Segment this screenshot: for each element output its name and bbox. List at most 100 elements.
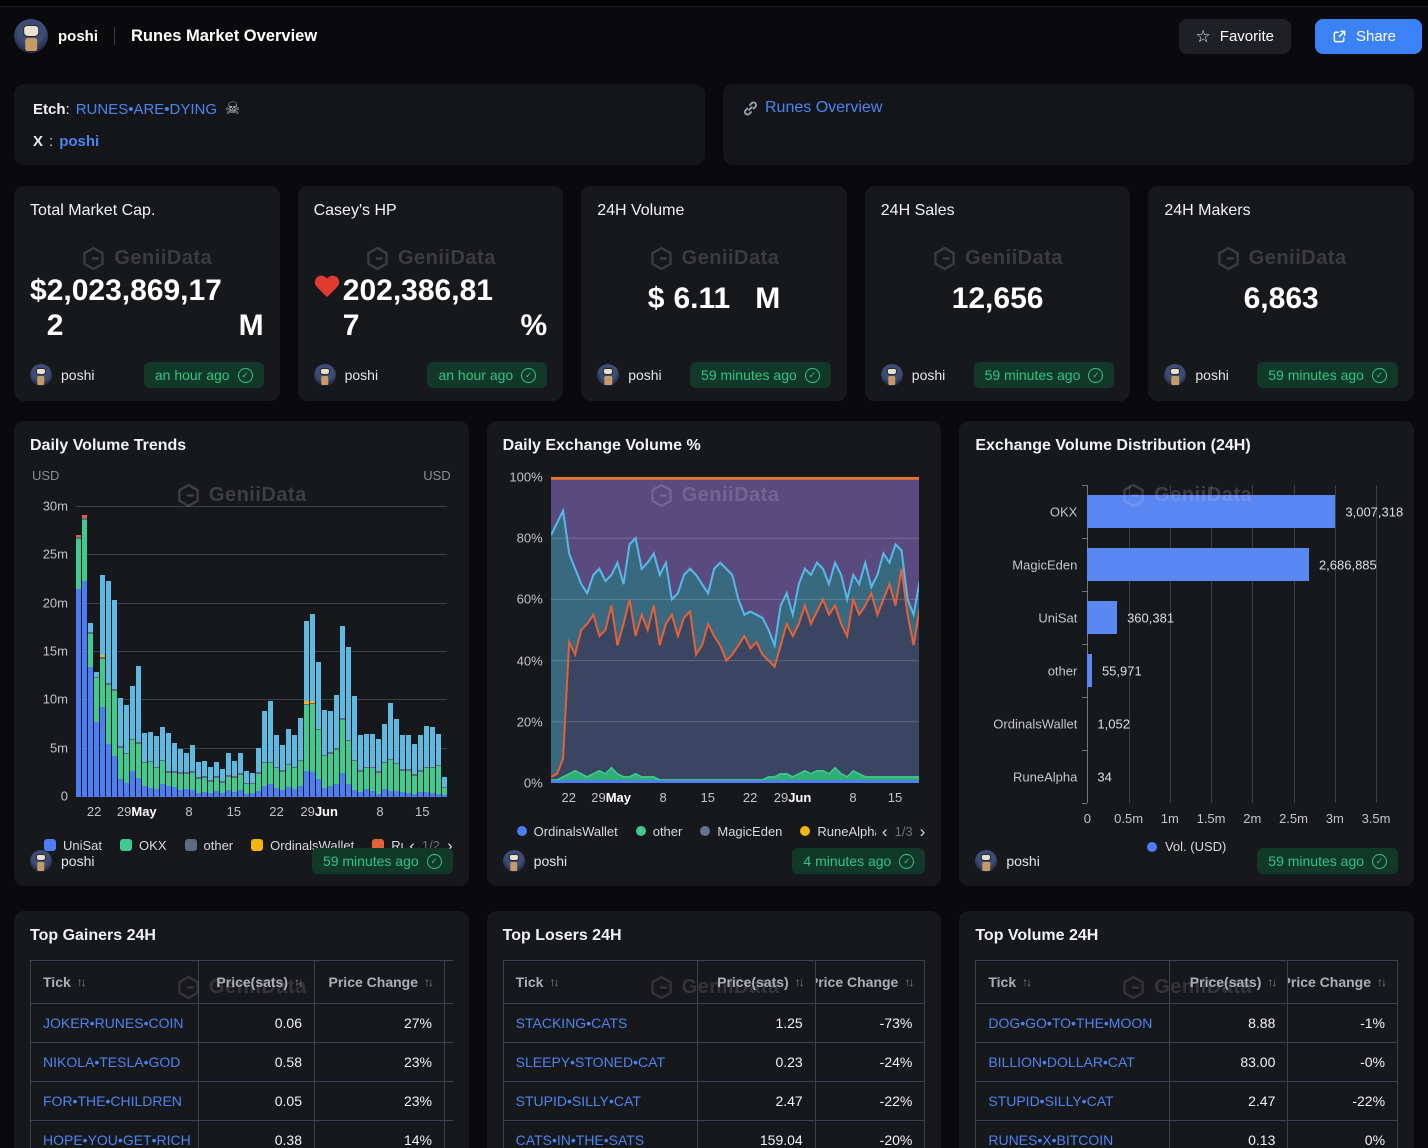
bar-segment-okx: [388, 760, 393, 791]
price-change-cell: 0%: [1288, 1121, 1398, 1148]
author-name[interactable]: poshi: [534, 853, 567, 869]
gridline: [1376, 485, 1377, 803]
user-name[interactable]: poshi: [58, 28, 98, 45]
updated-time: 59 minutes ago: [1268, 853, 1364, 869]
axis-tick: [1082, 803, 1087, 804]
poshi-avatar[interactable]: [597, 364, 619, 386]
column-header-price-sats-[interactable]: Price(sats)↑↓: [199, 961, 315, 1004]
sort-icon[interactable]: ↑↓: [1022, 975, 1030, 989]
volume-bar-okx[interactable]: [1087, 495, 1335, 528]
column-header-price-change[interactable]: Price Change↑↓: [815, 961, 925, 1004]
sort-icon[interactable]: ↑↓: [1267, 975, 1275, 989]
tick-link[interactable]: CATS•IN•THE•SATS: [503, 1121, 697, 1148]
favorite-button[interactable]: ☆ Favorite: [1179, 19, 1291, 54]
pager-page-number: 1/3: [895, 824, 913, 839]
bar-segment-okx: [298, 761, 303, 786]
author-name[interactable]: poshi: [1195, 367, 1228, 383]
sort-icon[interactable]: ↑↓: [904, 975, 912, 989]
sort-icon[interactable]: ↑↓: [294, 975, 302, 989]
x-profile-link[interactable]: poshi: [59, 133, 99, 150]
table-clip: Tick↑↓ Price(sats)↑↓ Price Change↑↓ STACKIN…: [503, 960, 926, 1148]
bar-segment-unisat: [220, 793, 225, 797]
tick-link[interactable]: JOKER•RUNES•COIN: [31, 1004, 199, 1043]
column-header-price-sats-[interactable]: Price(sats)↑↓: [697, 961, 815, 1004]
bar-value-label: 34: [1097, 769, 1111, 784]
column-label: Tick: [43, 974, 71, 990]
author-name[interactable]: poshi: [61, 367, 94, 383]
column-header-tick[interactable]: Tick ↑↓: [31, 961, 199, 1004]
sort-icon[interactable]: ↑↓: [1377, 975, 1385, 989]
column-header-clipped[interactable]: V: [445, 961, 453, 1004]
column-header-inner: Price(sats)↑↓: [710, 974, 803, 990]
chart-title: Daily Volume Trends: [30, 437, 453, 455]
y-tick-label: 10m: [43, 692, 68, 707]
poshi-avatar[interactable]: [30, 850, 52, 872]
tick-link[interactable]: FOR•THE•CHILDREN: [31, 1082, 199, 1121]
share-button[interactable]: Share: [1315, 19, 1422, 54]
bar-segment-unisat: [388, 791, 393, 797]
bar-segment-unisat: [238, 790, 243, 797]
bar-segment-magiceden: [118, 698, 123, 746]
bar-segment-okx: [394, 764, 399, 791]
author-name[interactable]: poshi: [1006, 853, 1039, 869]
poshi-avatar[interactable]: [14, 19, 48, 53]
author-name[interactable]: poshi: [345, 367, 378, 383]
pager-prev-icon[interactable]: ‹: [882, 823, 888, 840]
column-header-tick[interactable]: Tick↑↓: [503, 961, 697, 1004]
volume-bar-unisat[interactable]: [1087, 601, 1117, 634]
stat-title: Total Market Cap.: [30, 202, 264, 220]
sort-icon[interactable]: ↑↓: [77, 975, 85, 989]
column-header-price-change[interactable]: Price Change↑↓: [315, 961, 445, 1004]
legend-item-runealpha[interactable]: RuneAlpha: [800, 824, 881, 839]
clipped-cell: [445, 1121, 453, 1148]
x-tick: 29Jun: [774, 790, 812, 805]
column-header-tick[interactable]: Tick↑↓: [976, 961, 1170, 1004]
price-sats-cell: 159.04: [697, 1121, 815, 1148]
value-prefix: $: [648, 282, 665, 317]
tick-link[interactable]: STUPID•SILLY•CAT: [503, 1082, 697, 1121]
axis-tick: [1082, 644, 1087, 645]
tick-link[interactable]: BILLION•DOLLAR•CAT: [976, 1043, 1170, 1082]
author-name[interactable]: poshi: [61, 853, 94, 869]
bar-segment-magiceden: [238, 753, 243, 773]
column-header-price-sats-[interactable]: Price(sats)↑↓: [1170, 961, 1288, 1004]
legend-item-other[interactable]: other: [636, 824, 683, 839]
bar-segment-unisat: [214, 791, 219, 797]
tick-link[interactable]: SLEEPY•STONED•CAT: [503, 1043, 697, 1082]
info-row: Etch: RUNES•ARE•DYING ☠ X : poshi Runes …: [14, 84, 1414, 165]
tick-link[interactable]: NIKOLA•TESLA•GOD: [31, 1043, 199, 1082]
runes-overview-link[interactable]: Runes Overview: [765, 99, 882, 117]
tick-link[interactable]: DOG•GO•TO•THE•MOON: [976, 1004, 1170, 1043]
tick-link[interactable]: STACKING•CATS: [503, 1004, 697, 1043]
poshi-avatar[interactable]: [881, 364, 903, 386]
column-header-price-change[interactable]: Price Change↑↓: [1288, 961, 1398, 1004]
poshi-avatar[interactable]: [30, 364, 52, 386]
author-name[interactable]: poshi: [912, 367, 945, 383]
tick-link[interactable]: STUPID•SILLY•CAT: [976, 1082, 1170, 1121]
tick-link[interactable]: HOPE•YOU•GET•RICH: [31, 1121, 199, 1148]
chart-title: Daily Exchange Volume %: [503, 437, 926, 455]
value-number: 6,863: [1244, 282, 1319, 317]
sort-icon[interactable]: ↑↓: [549, 975, 557, 989]
x-tick: 15: [227, 804, 241, 819]
table-header-row: Tick↑↓ Price(sats)↑↓ Price Change↑↓: [503, 961, 925, 1004]
daily-volume-trends-card: Daily Volume Trends USD USD GeniiData 05…: [14, 421, 469, 886]
bar-segment-magiceden: [388, 703, 393, 759]
poshi-avatar[interactable]: [503, 850, 525, 872]
tick-link[interactable]: RUNES•X•BITCOIN: [976, 1121, 1170, 1148]
etch-rune-link[interactable]: RUNES•ARE•DYING: [76, 101, 217, 118]
sort-icon[interactable]: ↑↓: [424, 975, 432, 989]
bar-segment-okx: [406, 771, 411, 793]
legend-item-ordinalswallet[interactable]: OrdinalsWallet: [517, 824, 618, 839]
poshi-avatar[interactable]: [1164, 364, 1186, 386]
geniidata-watermark-text: GeniiData: [209, 484, 307, 507]
pager-next-icon[interactable]: ›: [920, 823, 926, 840]
stat-value: 6,863: [1164, 282, 1398, 317]
author-name[interactable]: poshi: [628, 367, 661, 383]
volume-bar-other[interactable]: [1087, 654, 1092, 687]
volume-bar-magiceden[interactable]: [1087, 548, 1309, 581]
poshi-avatar[interactable]: [975, 850, 997, 872]
poshi-avatar[interactable]: [314, 364, 336, 386]
sort-icon[interactable]: ↑↓: [795, 975, 803, 989]
legend-item-magiceden[interactable]: MagicEden: [700, 824, 782, 839]
